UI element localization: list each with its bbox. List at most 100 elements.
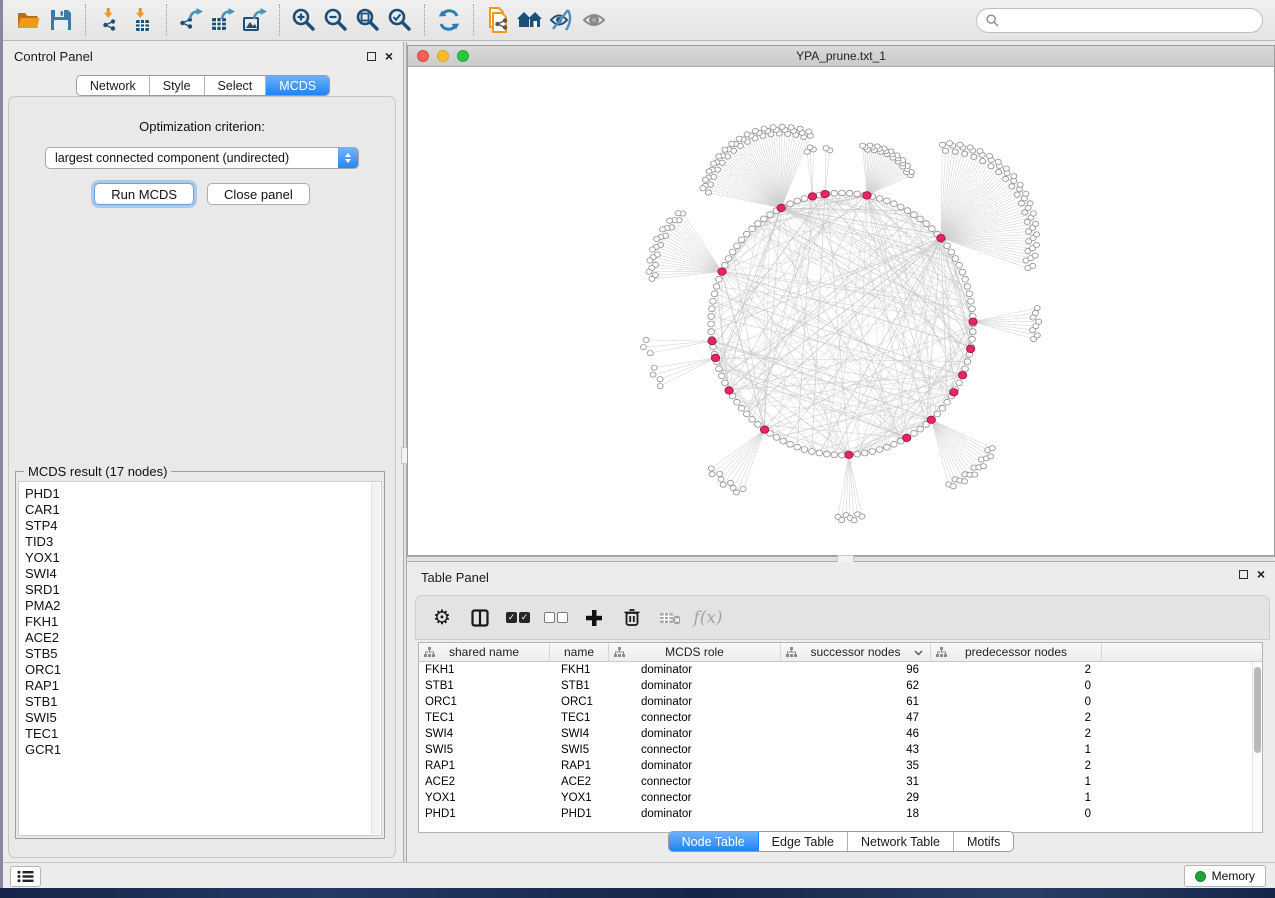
network-node[interactable] xyxy=(728,480,734,485)
network-node[interactable] xyxy=(711,161,717,166)
table-cell[interactable]: connector xyxy=(609,742,781,758)
mcds-result-item[interactable]: GCR1 xyxy=(19,742,381,758)
mcds-hub-node[interactable] xyxy=(950,389,958,396)
network-node[interactable] xyxy=(651,365,657,370)
network-node[interactable] xyxy=(962,276,969,282)
table-cell[interactable]: 1 xyxy=(931,742,1102,758)
table-cell[interactable]: connector xyxy=(609,710,781,726)
table-cell[interactable]: 0 xyxy=(931,694,1102,710)
network-node[interactable] xyxy=(884,444,891,450)
table-cell[interactable] xyxy=(1102,806,1262,822)
network-node[interactable] xyxy=(944,399,951,405)
network-node[interactable] xyxy=(911,212,918,218)
mcds-hub-node[interactable] xyxy=(969,318,977,325)
network-node[interactable] xyxy=(947,141,953,146)
network-node[interactable] xyxy=(989,446,995,451)
tab-motifs[interactable]: Motifs xyxy=(954,832,1013,851)
network-node[interactable] xyxy=(966,291,973,297)
mcds-result-item[interactable]: YOX1 xyxy=(19,550,381,566)
network-node[interactable] xyxy=(970,329,977,335)
table-cell[interactable]: FKH1 xyxy=(550,662,609,678)
network-node[interactable] xyxy=(876,196,883,202)
table-cell[interactable]: SWI5 xyxy=(419,742,550,758)
table-cell[interactable]: RAP1 xyxy=(419,758,550,774)
mcds-result-item[interactable]: TEC1 xyxy=(19,726,381,742)
network-node[interactable] xyxy=(823,146,829,151)
network-node[interactable] xyxy=(722,262,729,268)
table-cell[interactable]: PHD1 xyxy=(419,806,550,822)
network-node[interactable] xyxy=(738,405,745,411)
mcds-hub-node[interactable] xyxy=(808,193,816,200)
network-node[interactable] xyxy=(788,125,794,130)
table-cell[interactable]: 0 xyxy=(931,678,1102,694)
table-cell[interactable]: 43 xyxy=(781,742,931,758)
table-cell[interactable]: STB1 xyxy=(419,678,550,694)
select-all-icon[interactable]: ✓✓ xyxy=(508,606,528,630)
network-node[interactable] xyxy=(794,444,801,450)
mcds-result-item[interactable]: ORC1 xyxy=(19,662,381,678)
network-node[interactable] xyxy=(773,435,780,441)
network-node[interactable] xyxy=(725,256,732,262)
network-node[interactable] xyxy=(713,284,720,290)
table-cell[interactable]: PHD1 xyxy=(550,806,609,822)
table-cell[interactable]: dominator xyxy=(609,806,781,822)
network-node[interactable] xyxy=(1034,232,1040,237)
network-node[interactable] xyxy=(943,148,949,153)
mcds-result-item[interactable]: STB1 xyxy=(19,694,381,710)
network-node[interactable] xyxy=(718,373,725,379)
table-cell[interactable] xyxy=(1102,758,1262,774)
network-node[interactable] xyxy=(744,132,750,137)
scrollbar-thumb[interactable] xyxy=(1254,667,1261,753)
network-node[interactable] xyxy=(1017,182,1023,187)
table-cell[interactable]: connector xyxy=(609,774,781,790)
column-header-successor-nodes[interactable]: successor nodes xyxy=(781,643,931,661)
network-node[interactable] xyxy=(1036,319,1042,324)
mcds-result-item[interactable]: FKH1 xyxy=(19,614,381,630)
network-node[interactable] xyxy=(957,142,963,147)
home-icon[interactable] xyxy=(514,4,546,36)
table-cell[interactable]: dominator xyxy=(609,694,781,710)
refresh-icon[interactable] xyxy=(433,4,465,36)
zoom-fit-icon[interactable] xyxy=(352,4,384,36)
mcds-hub-node[interactable] xyxy=(845,451,853,458)
table-cell[interactable]: STB1 xyxy=(550,678,609,694)
tab-network-table[interactable]: Network Table xyxy=(848,832,954,851)
table-cell[interactable]: 29 xyxy=(781,790,931,806)
mcds-result-item[interactable]: PHD1 xyxy=(19,486,381,502)
network-node[interactable] xyxy=(939,405,946,411)
network-node[interactable] xyxy=(801,447,808,453)
settings-icon[interactable]: ⚙ xyxy=(432,606,452,630)
network-node[interactable] xyxy=(956,380,963,386)
tab-mcds[interactable]: MCDS xyxy=(266,76,329,95)
network-node[interactable] xyxy=(917,426,924,432)
network-node[interactable] xyxy=(647,258,653,263)
task-history-button[interactable] xyxy=(10,866,41,887)
mcds-result-item[interactable]: SWI5 xyxy=(19,710,381,726)
network-node[interactable] xyxy=(1003,166,1009,171)
network-canvas[interactable] xyxy=(408,67,1274,555)
network-node[interactable] xyxy=(969,306,976,312)
mcds-hub-node[interactable] xyxy=(760,426,768,433)
table-cell[interactable]: SWI4 xyxy=(419,726,550,742)
tab-network[interactable]: Network xyxy=(77,76,150,95)
table-cell[interactable]: 46 xyxy=(781,726,931,742)
network-node[interactable] xyxy=(749,416,756,422)
table-row[interactable]: SWI5SWI5connector431 xyxy=(419,742,1262,758)
table-cell[interactable]: ORC1 xyxy=(550,694,609,710)
mcds-result-item[interactable]: SWI4 xyxy=(19,566,381,582)
table-cell[interactable]: 18 xyxy=(781,806,931,822)
network-node[interactable] xyxy=(646,269,652,274)
network-node[interactable] xyxy=(657,377,663,382)
network-node[interactable] xyxy=(716,276,723,282)
table-cell[interactable]: YOX1 xyxy=(419,790,550,806)
tab-style[interactable]: Style xyxy=(150,76,205,95)
network-node[interactable] xyxy=(729,141,735,146)
network-node[interactable] xyxy=(977,149,983,154)
network-node[interactable] xyxy=(839,190,846,196)
network-node[interactable] xyxy=(1019,201,1025,206)
network-node[interactable] xyxy=(770,125,776,130)
split-view-icon[interactable] xyxy=(470,606,490,630)
table-row[interactable]: TEC1TEC1connector472 xyxy=(419,710,1262,726)
search-box[interactable] xyxy=(976,8,1263,33)
network-node[interactable] xyxy=(950,484,956,489)
